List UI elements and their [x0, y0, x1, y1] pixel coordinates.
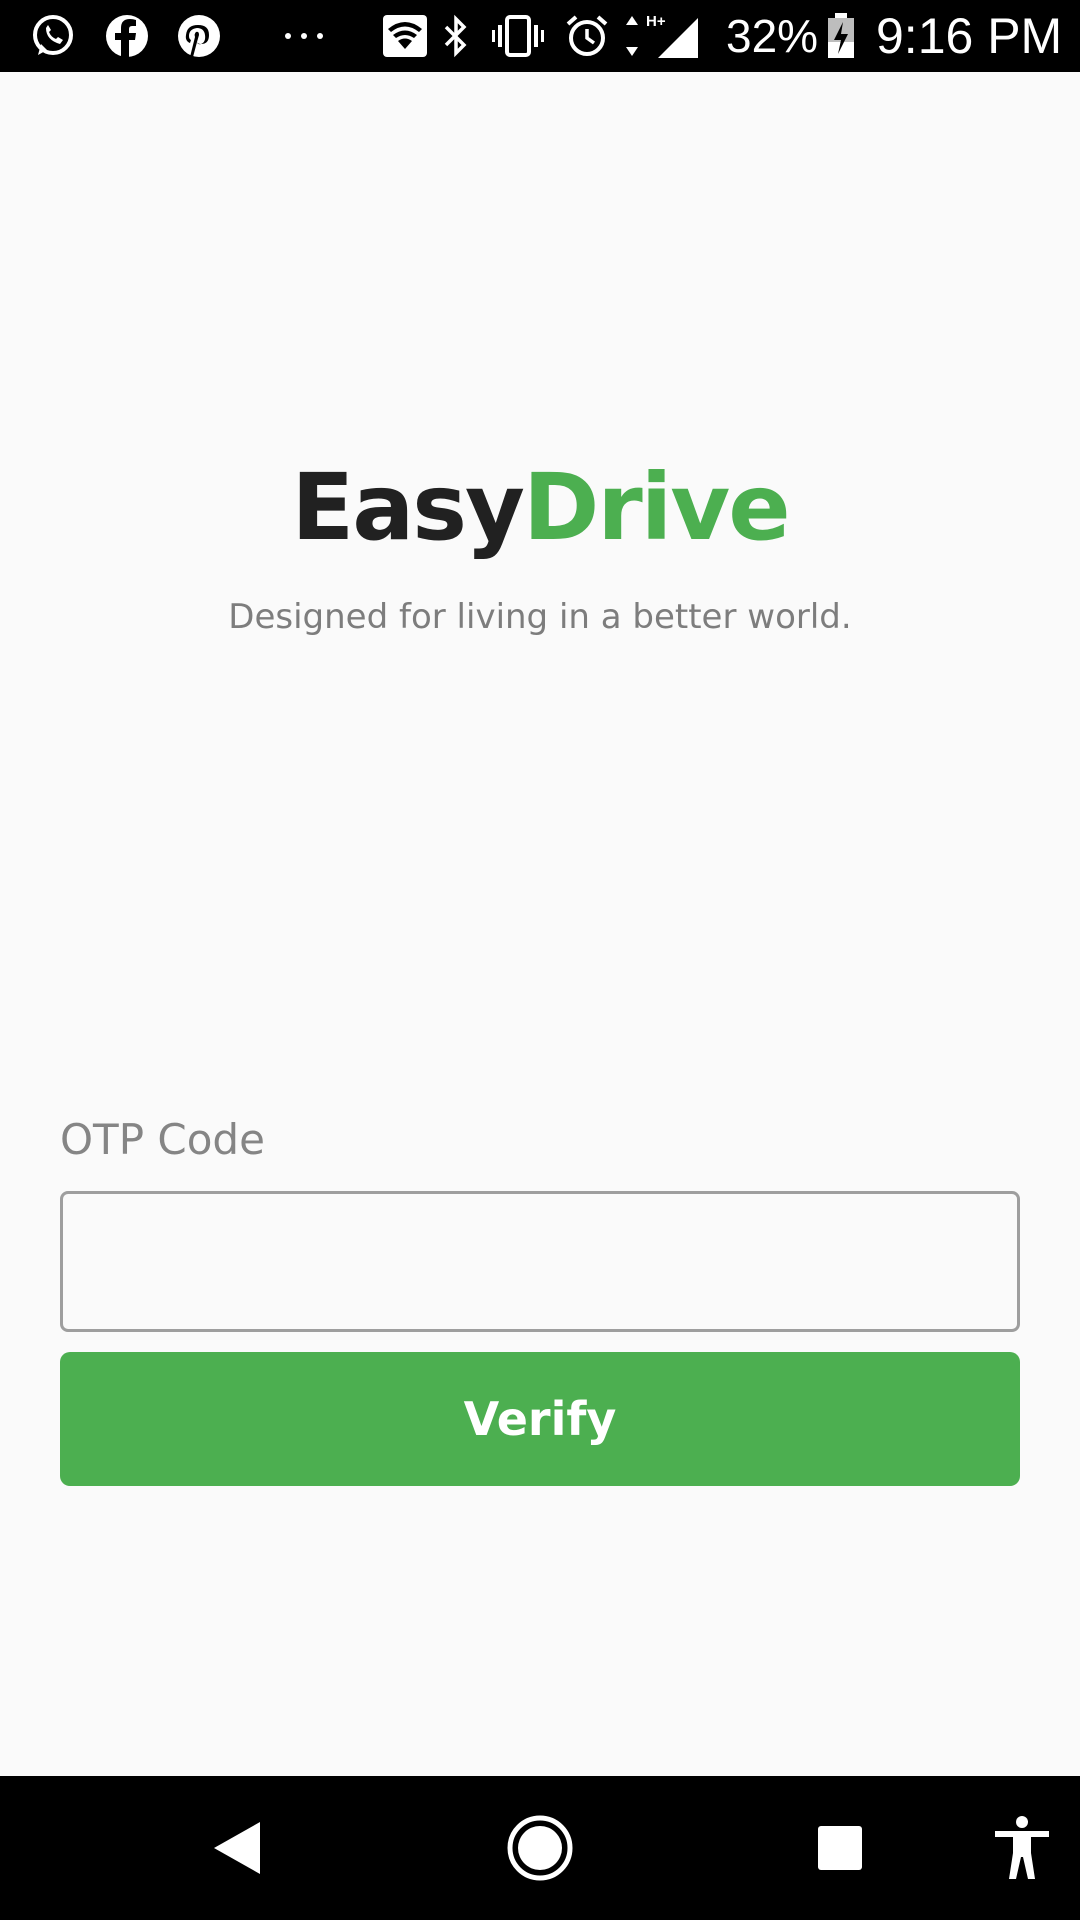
otp-code-label: OTP Code	[60, 1115, 265, 1164]
battery-icon	[824, 12, 858, 60]
home-icon[interactable]	[502, 1814, 578, 1882]
logo-text-easy: Easy	[291, 454, 525, 561]
verify-button[interactable]: Verify	[60, 1352, 1020, 1486]
mobile-data-icon: H+	[622, 12, 702, 60]
facebook-icon	[102, 12, 152, 60]
tagline: Designed for living in a better world.	[228, 597, 852, 637]
wifi-icon	[380, 12, 430, 60]
more-notifications-icon	[282, 12, 326, 60]
pinterest-icon	[174, 12, 224, 60]
alarm-icon	[562, 12, 612, 60]
accessibility-icon[interactable]	[986, 1812, 1058, 1884]
navigation-bar	[0, 1776, 1080, 1920]
whatsapp-icon	[28, 12, 78, 60]
vibrate-icon	[490, 12, 546, 60]
otp-code-input[interactable]	[60, 1191, 1020, 1332]
recents-icon[interactable]	[808, 1816, 872, 1880]
otp-verification-screen: H+ 32% 9:16 PM EasyDrive Designed for li…	[0, 0, 1080, 1920]
back-icon[interactable]	[200, 1814, 276, 1882]
logo-text-drive: Drive	[523, 454, 791, 561]
app-logo: EasyDrive	[0, 448, 1080, 568]
battery-percent: 32%	[726, 10, 819, 62]
clock: 9:16 PM	[876, 8, 1063, 64]
svg-text:H+: H+	[646, 13, 666, 30]
status-bar: H+ 32% 9:16 PM	[0, 0, 1080, 72]
bluetooth-icon	[436, 12, 476, 60]
